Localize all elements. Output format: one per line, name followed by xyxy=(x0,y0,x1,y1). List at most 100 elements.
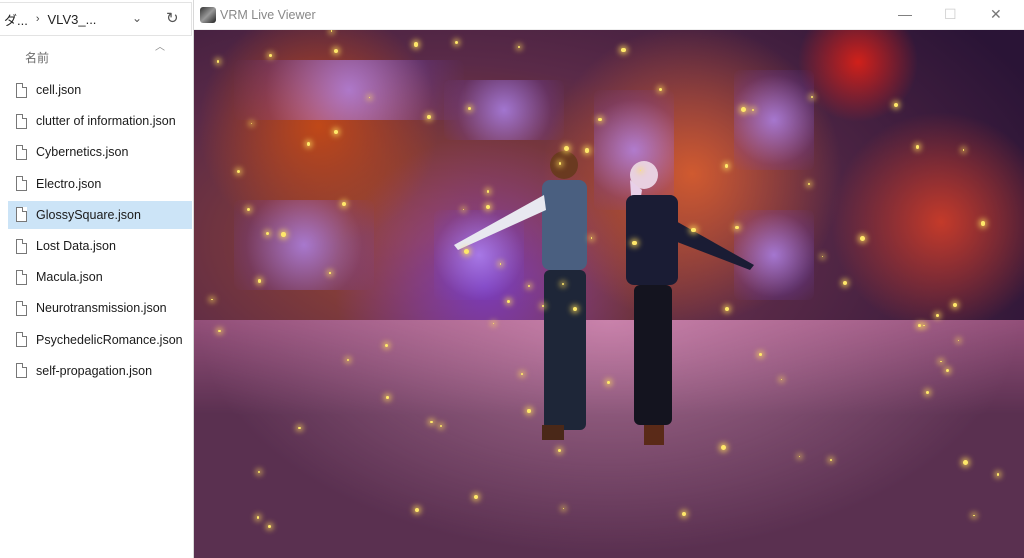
male-avatar xyxy=(454,151,587,440)
refresh-icon[interactable]: ↻ xyxy=(166,9,179,27)
light-panel xyxy=(234,60,464,120)
sparkle xyxy=(413,42,419,47)
sparkle xyxy=(973,514,975,517)
column-header-name[interactable]: 名前 xyxy=(25,49,49,66)
sparkle xyxy=(926,390,930,394)
file-item[interactable]: GlossySquare.json xyxy=(8,200,192,229)
file-icon xyxy=(16,176,27,192)
file-icon xyxy=(16,82,27,98)
sparkle xyxy=(962,149,965,151)
sparkle xyxy=(257,279,262,283)
app-icon xyxy=(200,6,216,23)
sparkle xyxy=(427,115,431,119)
sparkle xyxy=(237,169,241,173)
sparkle xyxy=(463,249,469,254)
file-item[interactable]: Macula.json xyxy=(8,263,192,291)
file-icon xyxy=(16,363,27,379)
light-panel xyxy=(234,200,374,290)
sparkle xyxy=(333,130,338,134)
sparkle xyxy=(808,182,811,185)
sparkle xyxy=(541,305,544,307)
maximize-button[interactable]: ☐ xyxy=(944,6,957,23)
sparkle xyxy=(821,255,823,257)
sparkle xyxy=(492,322,494,324)
sparkle xyxy=(810,95,813,98)
sparkle xyxy=(527,284,530,287)
file-icon xyxy=(16,238,27,254)
file-name: Macula.json xyxy=(36,270,103,285)
file-name: Cybernetics.json xyxy=(36,145,129,160)
sparkle xyxy=(211,298,213,300)
sparkle xyxy=(759,353,762,357)
window-title: VRM Live Viewer xyxy=(220,7,316,22)
sparkle xyxy=(527,409,531,413)
sparkle xyxy=(918,323,921,327)
female-avatar xyxy=(626,161,754,445)
sparkle xyxy=(330,30,333,32)
light-panel xyxy=(444,80,564,140)
file-name: Lost Data.json xyxy=(36,239,116,253)
file-item[interactable]: Lost Data.json xyxy=(8,232,192,260)
close-button[interactable]: ✕ xyxy=(990,6,1002,23)
sparkle xyxy=(860,236,865,241)
file-name: cell.json xyxy=(36,83,82,97)
file-name: self-propagation.json xyxy=(36,363,153,378)
sort-ascending-icon[interactable]: ︿ xyxy=(155,38,165,53)
file-icon xyxy=(16,332,27,348)
breadcrumb-current[interactable]: VLV3_... xyxy=(48,12,97,27)
address-bar[interactable]: ダ... › VLV3_... ⌄ ↻ xyxy=(0,2,192,36)
sparkle xyxy=(281,232,286,238)
sparkle xyxy=(517,45,520,48)
sparkle xyxy=(620,47,626,53)
3d-viewport[interactable] xyxy=(194,30,1024,558)
sparkle xyxy=(980,221,986,226)
sparkle xyxy=(915,144,920,149)
sparkle xyxy=(430,420,433,424)
sparkle xyxy=(572,306,577,311)
breadcrumb-parent[interactable]: ダ... xyxy=(4,10,28,29)
file-explorer-pane: ダ... › VLV3_... ⌄ ↻ ︿ 名前 cell.json clutte… xyxy=(0,0,194,558)
file-icon xyxy=(16,269,27,285)
sparkle xyxy=(439,425,442,428)
sparkle xyxy=(590,237,593,239)
minimize-button[interactable]: — xyxy=(898,6,912,22)
file-item[interactable]: PsychedelicRomance.json xyxy=(8,326,192,354)
chevron-down-icon[interactable]: ⌄ xyxy=(132,11,142,25)
file-name: PsychedelicRomance.json xyxy=(36,332,183,347)
sparkle xyxy=(268,525,271,529)
file-name: Electro.json xyxy=(36,176,102,191)
sparkle xyxy=(329,272,331,274)
sparkle xyxy=(724,163,729,168)
sparkle xyxy=(735,225,739,229)
file-item[interactable]: self-propagation.json xyxy=(8,357,192,385)
file-icon xyxy=(16,300,27,316)
file-item[interactable]: clutter of information.json xyxy=(8,107,192,135)
file-name: Neurotransmission.json xyxy=(36,301,167,316)
sparkle xyxy=(584,148,590,153)
sparkle xyxy=(268,53,272,57)
file-item[interactable]: Neurotransmission.json xyxy=(8,294,192,322)
file-name: GlossySquare.json xyxy=(36,207,141,222)
vrm-live-viewer-window: VRM Live Viewer — ☐ ✕ xyxy=(194,0,1024,558)
file-item[interactable]: Cybernetics.json xyxy=(8,138,192,166)
sparkle xyxy=(607,381,610,385)
file-icon xyxy=(16,144,27,160)
sparkle xyxy=(740,107,746,112)
sparkle xyxy=(216,60,220,63)
sparkle xyxy=(462,208,464,210)
file-item[interactable]: Electro.json xyxy=(8,170,192,198)
sparkle xyxy=(386,396,389,399)
sparkle xyxy=(751,108,754,111)
sparkle xyxy=(384,343,388,347)
sparkle xyxy=(639,169,641,171)
file-icon xyxy=(16,113,27,129)
sparkle xyxy=(936,314,939,317)
sparkle xyxy=(486,190,489,193)
sparkle xyxy=(923,324,925,327)
file-item[interactable]: cell.json xyxy=(8,76,192,104)
sparkle xyxy=(598,118,602,122)
title-bar[interactable]: VRM Live Viewer — ☐ ✕ xyxy=(194,0,1024,30)
sparkle xyxy=(520,372,523,375)
sparkle xyxy=(247,207,251,211)
sparkle xyxy=(507,299,510,303)
